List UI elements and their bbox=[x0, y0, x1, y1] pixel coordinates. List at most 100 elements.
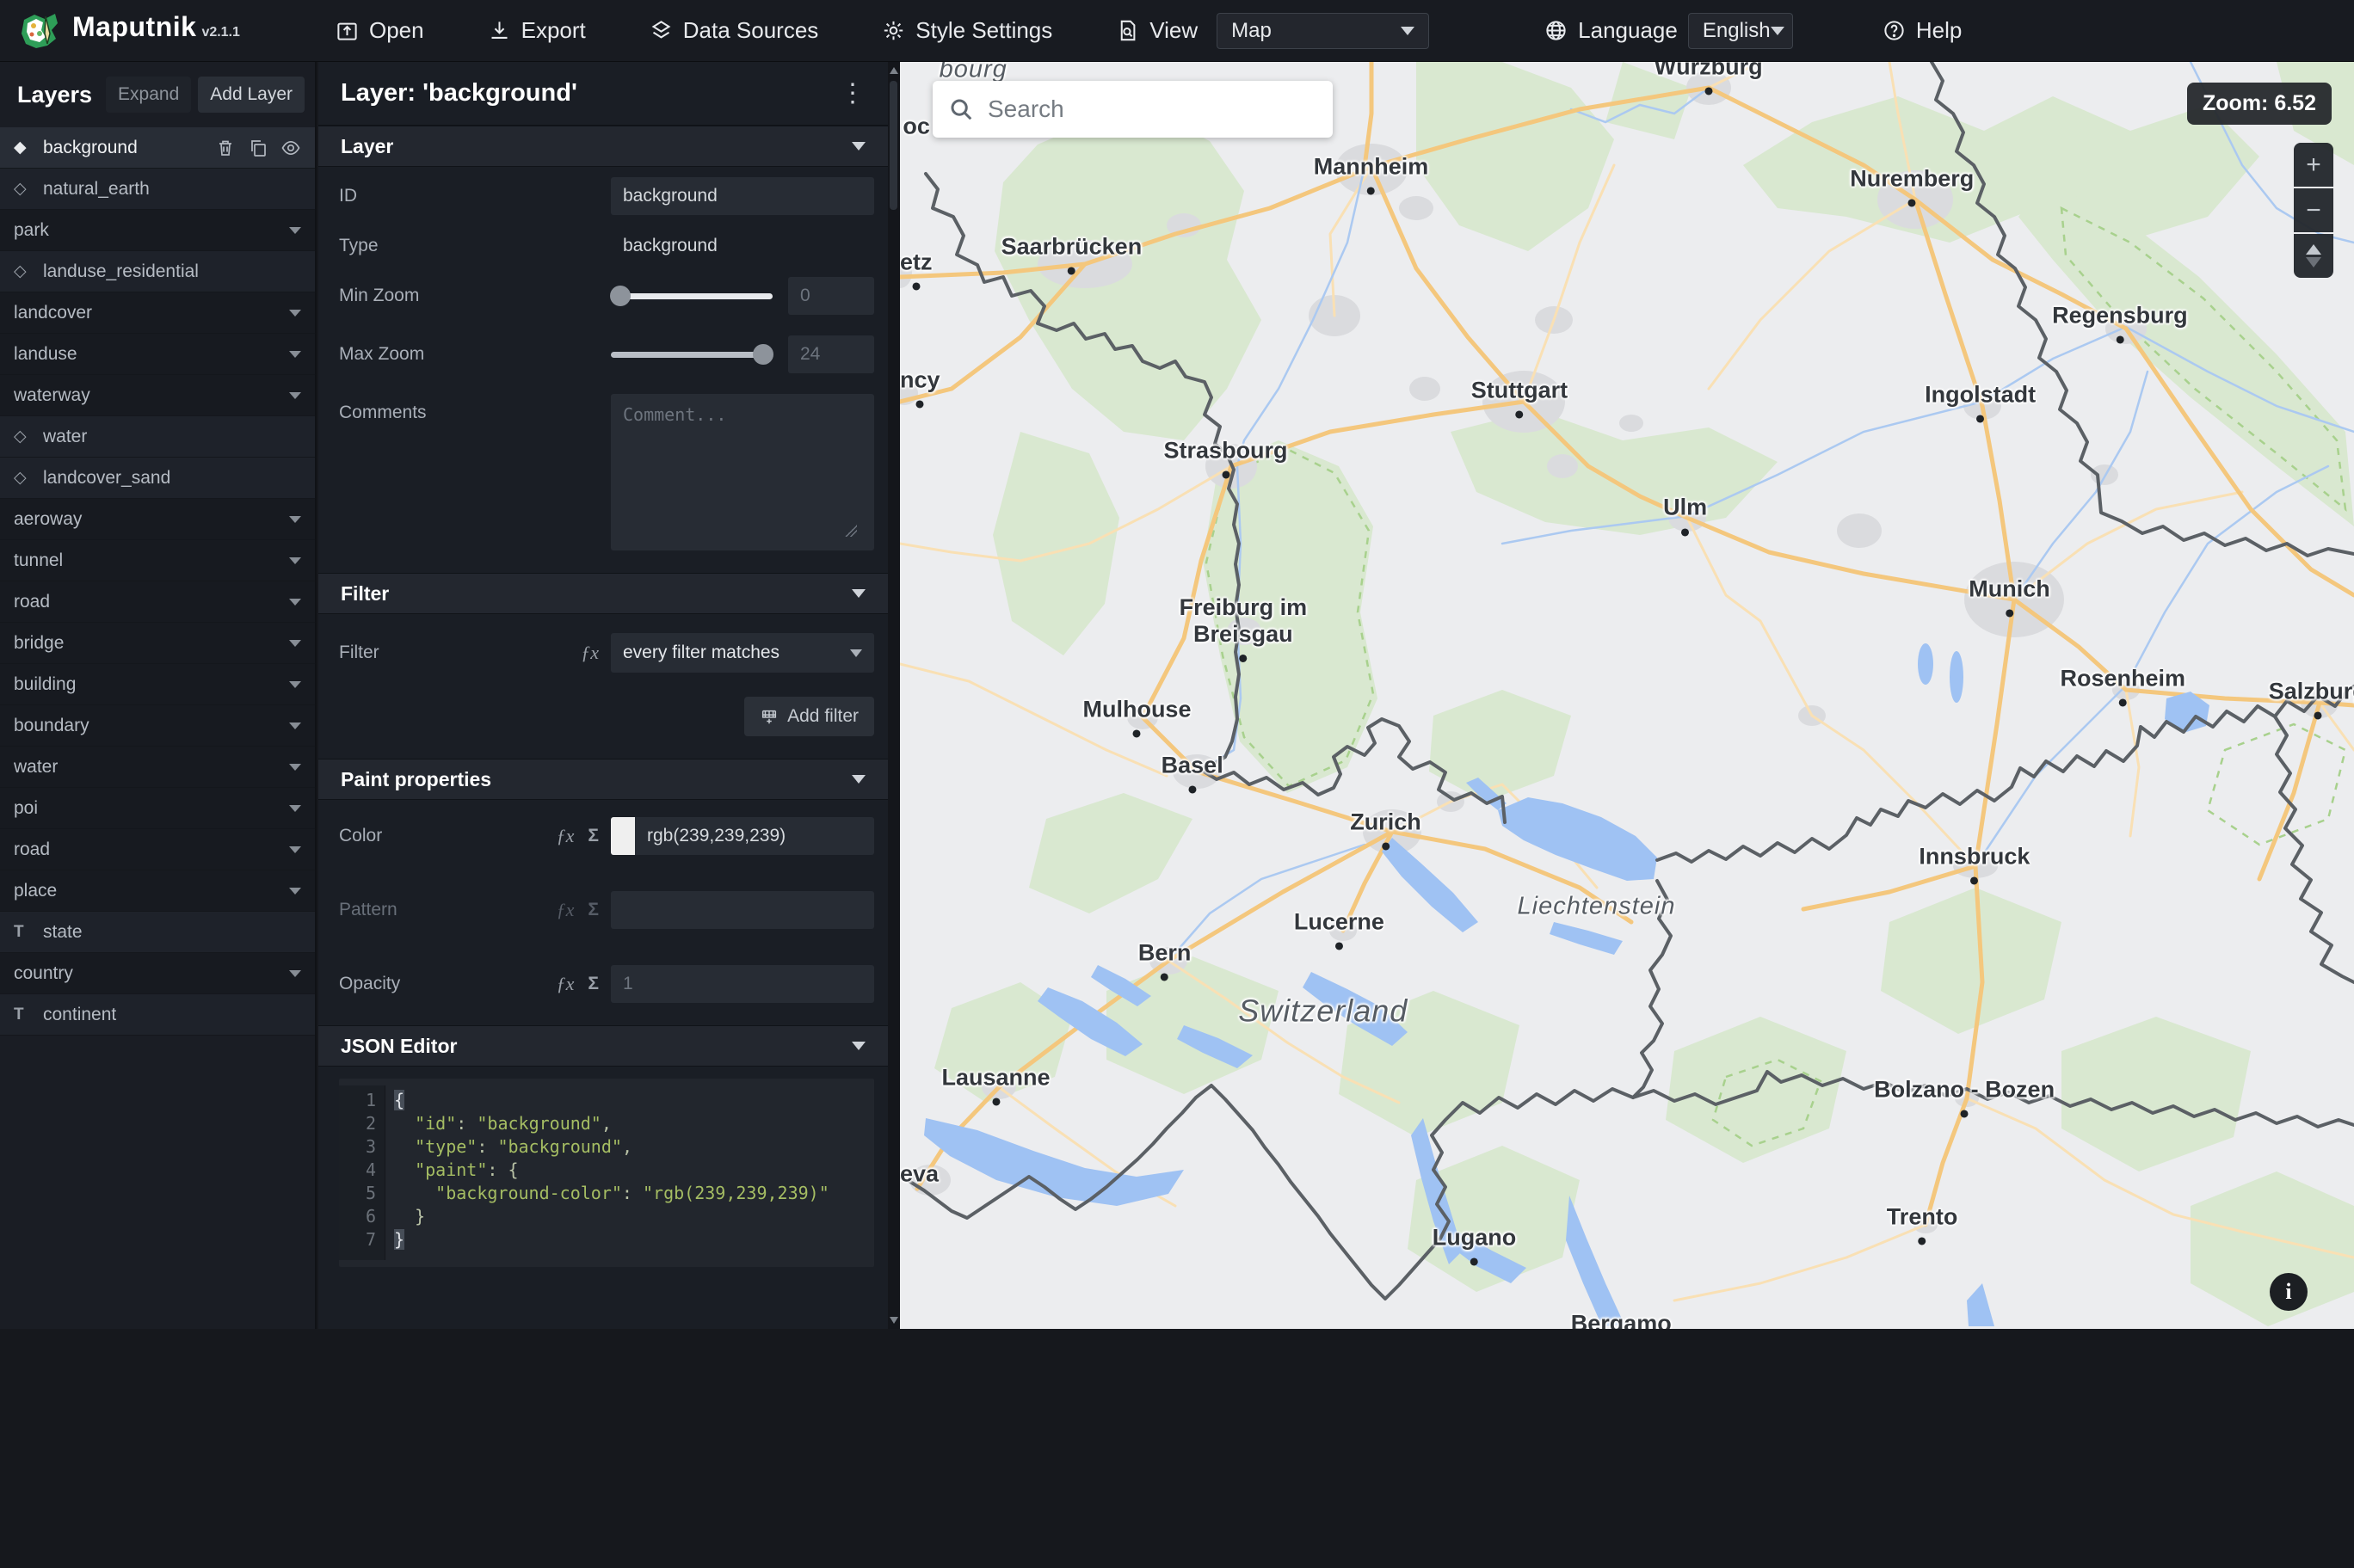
layer-list: ◆ background ◇ natural_earth park ◇ landuse_re… bbox=[0, 127, 315, 1036]
map-label: Rosenheim bbox=[2061, 666, 2185, 707]
language-select[interactable]: English bbox=[1687, 12, 1793, 49]
function-icon[interactable]: ƒx bbox=[557, 825, 575, 847]
sidebar-layer-landcover[interactable]: landcover bbox=[0, 292, 315, 334]
sidebar-layer-bridge[interactable]: bridge bbox=[0, 623, 315, 664]
chevron-down-icon bbox=[852, 589, 866, 598]
chevron-down-icon bbox=[289, 763, 301, 771]
city-dot bbox=[1188, 785, 1197, 794]
view-mode-select[interactable]: Map bbox=[1217, 12, 1430, 49]
editor-scrollbar[interactable] bbox=[888, 62, 900, 1329]
chevron-down-icon bbox=[289, 680, 301, 688]
sidebar-layer-aeroway[interactable]: aeroway bbox=[0, 499, 315, 540]
min-zoom-input[interactable] bbox=[788, 277, 874, 315]
compass-button[interactable] bbox=[2294, 234, 2333, 278]
filter-combiner-select[interactable]: every filter matches bbox=[611, 633, 874, 673]
city-dot bbox=[1381, 842, 1390, 851]
sidebar-layer-landuse_residential[interactable]: ◇ landuse_residential bbox=[0, 251, 315, 292]
city-dot bbox=[915, 400, 924, 409]
city-dot bbox=[1970, 876, 1979, 885]
sidebar-layer-tunnel[interactable]: tunnel bbox=[0, 540, 315, 581]
sidebar-layer-boundary[interactable]: boundary bbox=[0, 705, 315, 747]
map-label: Munich bbox=[1969, 575, 2050, 618]
sidebar-layer-road[interactable]: road bbox=[0, 829, 315, 870]
zoom-in-button[interactable]: + bbox=[2294, 143, 2333, 187]
zoom-out-button[interactable]: − bbox=[2294, 188, 2333, 232]
scrollbar-thumb[interactable] bbox=[890, 81, 897, 210]
map-label: Freiburg im Breisgau bbox=[1180, 594, 1307, 662]
sidebar-layer-landcover_sand[interactable]: ◇ landcover_sand bbox=[0, 458, 315, 499]
section-paint[interactable]: Paint properties bbox=[318, 759, 888, 800]
pattern-input[interactable] bbox=[611, 891, 874, 929]
chevron-down-icon bbox=[289, 350, 301, 358]
map-label: Stuttgart bbox=[1471, 377, 1568, 419]
top-toolbar: Maputnik v2.1.1 Open Export Data Sources… bbox=[0, 0, 2354, 62]
kebab-menu-icon[interactable]: ⋮ bbox=[840, 80, 866, 107]
city-dot bbox=[992, 1098, 1001, 1106]
expand-button[interactable]: Expand bbox=[106, 77, 192, 113]
opacity-input[interactable] bbox=[611, 965, 874, 1003]
style-settings-button[interactable]: Style Settings bbox=[882, 17, 1052, 44]
map-canvas[interactable]: bourg oc Würzburg Mannheim Nuremberg Saarbrüc… bbox=[900, 62, 2354, 1329]
city-dot bbox=[912, 282, 921, 291]
map-label: ncy bbox=[900, 366, 940, 409]
help-icon bbox=[1884, 21, 1904, 40]
sidebar-layer-state[interactable]: Tstate bbox=[0, 912, 315, 953]
min-zoom-slider[interactable] bbox=[610, 277, 773, 315]
add-layer-button[interactable]: Add Layer bbox=[198, 77, 305, 113]
sidebar-layer-road[interactable]: road bbox=[0, 581, 315, 623]
attribution-info-button[interactable]: i bbox=[2270, 1273, 2308, 1311]
color-input[interactable] bbox=[635, 817, 874, 855]
chevron-down-icon bbox=[1770, 26, 1784, 35]
chevron-down-icon bbox=[289, 887, 301, 895]
eye-icon[interactable] bbox=[280, 138, 301, 158]
sigma-icon[interactable]: Σ bbox=[588, 826, 599, 846]
trash-icon[interactable] bbox=[215, 138, 236, 158]
sidebar-layer-country[interactable]: country bbox=[0, 953, 315, 994]
max-zoom-slider[interactable] bbox=[611, 335, 773, 373]
sigma-icon[interactable]: Σ bbox=[588, 974, 599, 994]
scroll-down-icon[interactable] bbox=[890, 1317, 898, 1324]
sidebar-layer-landuse[interactable]: landuse bbox=[0, 334, 315, 375]
sidebar-layer-water[interactable]: ◇ water bbox=[0, 416, 315, 458]
layer-editor-header: Layer: 'background' ⋮ bbox=[318, 62, 888, 126]
export-button[interactable]: Export bbox=[488, 17, 586, 44]
map-label: Ingolstadt bbox=[1925, 382, 2036, 423]
add-filter-button[interactable]: Add filter bbox=[744, 697, 874, 736]
sidebar-layer-natural_earth[interactable]: ◇ natural_earth bbox=[0, 169, 315, 210]
sidebar-layer-waterway[interactable]: waterway bbox=[0, 375, 315, 416]
data-sources-button[interactable]: Data Sources bbox=[650, 17, 818, 44]
layer-label: natural_earth bbox=[43, 178, 150, 199]
function-icon[interactable]: ƒx bbox=[557, 973, 575, 995]
city-dot bbox=[2118, 698, 2127, 707]
sidebar-layer-water[interactable]: water bbox=[0, 747, 315, 788]
view-button[interactable]: View bbox=[1116, 17, 1198, 44]
duplicate-icon[interactable] bbox=[248, 138, 268, 158]
map-label: Innsbruck bbox=[1919, 843, 2030, 885]
open-button[interactable]: Open bbox=[336, 17, 424, 44]
sidebar-layer-building[interactable]: building bbox=[0, 664, 315, 705]
chevron-down-icon bbox=[289, 556, 301, 564]
sidebar-layer-park[interactable]: park bbox=[0, 210, 315, 251]
function-icon[interactable]: ƒx bbox=[581, 642, 599, 664]
scroll-up-icon[interactable] bbox=[890, 67, 898, 74]
json-editor[interactable]: 1234567 { "id": "background", "type": "b… bbox=[339, 1079, 874, 1267]
max-zoom-input[interactable] bbox=[788, 335, 874, 373]
section-json-editor[interactable]: JSON Editor bbox=[318, 1025, 888, 1067]
sidebar-layer-continent[interactable]: Tcontinent bbox=[0, 994, 315, 1036]
comments-textarea[interactable] bbox=[611, 394, 874, 550]
map-search-box[interactable]: Search bbox=[933, 81, 1333, 138]
resize-handle[interactable] bbox=[845, 525, 857, 537]
map-label: Mulhouse bbox=[1082, 696, 1191, 738]
sidebar-layer-place[interactable]: place bbox=[0, 870, 315, 912]
city-dot bbox=[2314, 711, 2322, 720]
layer-label: water bbox=[14, 756, 59, 777]
city-dot bbox=[1976, 415, 1985, 423]
section-layer[interactable]: Layer bbox=[318, 126, 888, 167]
help-button[interactable]: Help bbox=[1883, 17, 1962, 44]
color-swatch[interactable] bbox=[611, 817, 635, 855]
sidebar-layer-poi[interactable]: poi bbox=[0, 788, 315, 829]
layer-label: place bbox=[14, 880, 58, 901]
section-filter[interactable]: Filter bbox=[318, 573, 888, 614]
id-input[interactable] bbox=[611, 177, 874, 215]
sidebar-layer-background[interactable]: ◆ background bbox=[0, 127, 315, 169]
